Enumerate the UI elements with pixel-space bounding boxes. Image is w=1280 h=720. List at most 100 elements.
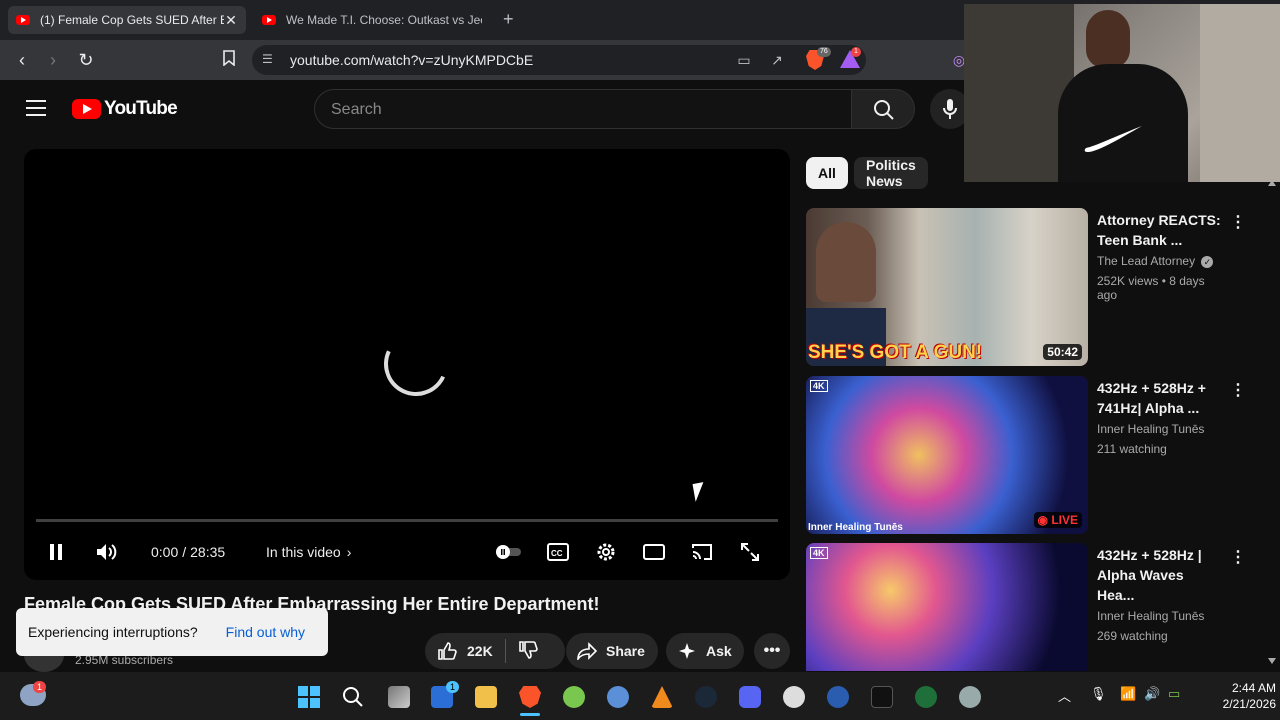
webcam-person-head <box>1086 10 1130 68</box>
thumbnail-caption: SHE'S GOT A GUN! <box>808 342 983 363</box>
page-scrollbar[interactable] <box>1266 180 1276 664</box>
terminal-icon[interactable] <box>871 686 893 708</box>
file-explorer-icon[interactable] <box>475 686 497 708</box>
microphone-tray-icon[interactable]: 🎙 <box>1090 686 1107 702</box>
total-time: 28:35 <box>190 544 226 560</box>
microphone-icon <box>943 99 957 119</box>
more-horizontal-icon: ••• <box>763 642 781 659</box>
watching-count: 211 watching <box>1097 442 1167 456</box>
progress-bar[interactable] <box>36 519 778 522</box>
windows-start-icon[interactable] <box>298 686 320 708</box>
menu-icon[interactable] <box>26 100 46 116</box>
webcam-overlay <box>964 4 1280 182</box>
back-icon[interactable]: ‹ <box>10 48 34 72</box>
show-hidden-icons-icon[interactable]: ︿ <box>1058 686 1071 705</box>
video-thumbnail[interactable]: SHE'S GOT A GUN! 50:42 <box>806 208 1088 366</box>
autoplay-toggle-icon <box>496 545 521 559</box>
search-button[interactable] <box>851 89 915 129</box>
share-page-icon[interactable]: ↗ <box>768 52 786 70</box>
tab-inactive[interactable]: We Made T.I. Choose: Outkast vs Jee <box>254 6 490 34</box>
search-input[interactable]: Search <box>314 89 852 129</box>
bookmark-icon[interactable] <box>217 48 241 72</box>
recommendation-meta: 432Hz + 528Hz | Alpha Waves Hea... Inner… <box>1097 545 1222 643</box>
channel-name[interactable]: Inner Healing Tunēs <box>1097 422 1222 436</box>
android-icon[interactable] <box>563 686 585 708</box>
webcam-background-wall <box>1200 4 1280 182</box>
tab-title: (1) Female Cop Gets SUED After E <box>40 13 224 27</box>
install-app-icon[interactable]: ▭ <box>735 52 753 70</box>
search-placeholder: Search <box>331 101 382 118</box>
more-vertical-icon[interactable]: ⋮ <box>1230 547 1246 567</box>
youtube-play-icon <box>72 99 101 119</box>
more-vertical-icon[interactable]: ⋮ <box>1230 380 1246 400</box>
forward-icon[interactable]: › <box>41 48 65 72</box>
live-label: LIVE <box>1051 513 1078 527</box>
search-icon[interactable] <box>342 686 364 708</box>
video-thumbnail[interactable]: 4K Inner Healing Tunēs ◉ LIVE <box>806 376 1088 534</box>
nike-logo-icon <box>1084 126 1142 152</box>
toast-message: Experiencing interruptions? <box>28 624 198 640</box>
reload-icon[interactable]: ↻ <box>74 48 98 72</box>
recommendation-meta: Attorney REACTS: Teen Bank ... The Lead … <box>1097 210 1222 302</box>
in-this-video-label: In this video <box>266 544 341 560</box>
autoplay-toggle[interactable] <box>494 541 524 563</box>
ask-button[interactable]: Ask <box>666 633 744 669</box>
volume-button[interactable] <box>94 541 120 563</box>
fullscreen-button[interactable] <box>738 541 762 563</box>
dislike-button[interactable] <box>518 640 538 663</box>
in-this-video-button[interactable]: In this video › <box>266 541 358 563</box>
u-app-icon[interactable] <box>915 686 937 708</box>
close-tab-icon[interactable]: ✕ <box>224 12 238 29</box>
new-tab-button[interactable]: + <box>503 9 514 30</box>
youtube-logo[interactable]: YouTube <box>72 98 178 120</box>
tab-active[interactable]: (1) Female Cop Gets SUED After E ✕ <box>8 6 246 34</box>
rewards-count-badge: 1 <box>851 47 861 57</box>
like-dislike-group: 22K <box>425 633 565 669</box>
find-out-why-link[interactable]: Find out why <box>226 624 305 640</box>
current-time: 0:00 <box>151 544 179 560</box>
thumbs-up-icon <box>438 642 457 660</box>
ask-label: Ask <box>706 643 732 659</box>
pause-icon <box>50 544 62 560</box>
wifi-icon[interactable]: 📶 <box>1120 686 1136 702</box>
captions-button[interactable]: CC <box>546 541 570 563</box>
steam-icon[interactable] <box>695 686 717 708</box>
task-view-icon[interactable] <box>388 686 410 708</box>
recommendation-title[interactable]: Attorney REACTS: Teen Bank ... <box>1097 210 1222 250</box>
more-actions-button[interactable]: ••• <box>754 633 790 669</box>
share-icon <box>577 642 598 660</box>
like-count: 22K <box>467 643 493 659</box>
video-thumbnail[interactable]: 4K <box>806 543 1088 671</box>
video-player[interactable]: 0:00 / 28:35 In this video › CC <box>24 149 790 580</box>
recommendation-item[interactable]: 4K 432Hz + 528Hz | Alpha Waves Hea... In… <box>806 543 1246 671</box>
cast-button[interactable] <box>690 541 714 563</box>
scroll-down-icon[interactable] <box>1268 658 1276 664</box>
helmet-app-icon[interactable] <box>959 686 981 708</box>
thumbnail-brand: Inner Healing Tunēs <box>808 522 903 533</box>
settings-button[interactable] <box>594 541 618 563</box>
openai-icon[interactable] <box>783 686 805 708</box>
chip-all[interactable]: All <box>806 157 848 189</box>
theater-mode-button[interactable] <box>642 541 666 563</box>
recommendation-title[interactable]: 432Hz + 528Hz | Alpha Waves Hea... <box>1097 545 1222 605</box>
discord-icon[interactable] <box>739 686 761 708</box>
shields-count-badge: 76 <box>817 47 831 57</box>
more-vertical-icon[interactable]: ⋮ <box>1230 212 1246 232</box>
speaker-icon[interactable]: 🔊 <box>1144 686 1160 702</box>
share-button[interactable]: Share <box>566 633 658 669</box>
site-settings-icon[interactable]: ☰ <box>262 52 278 68</box>
channel-name[interactable]: Inner Healing Tunēs <box>1097 609 1222 623</box>
recommendation-item[interactable]: SHE'S GOT A GUN! 50:42 Attorney REACTS: … <box>806 208 1246 368</box>
system-clock[interactable]: 2:44 AM 2/21/2026 <box>1196 680 1276 712</box>
channel-name[interactable]: The Lead Attorney ✓ <box>1097 254 1222 268</box>
like-button[interactable]: 22K <box>437 641 493 661</box>
copilot-icon[interactable] <box>827 686 849 708</box>
recommendation-title[interactable]: 432Hz + 528Hz + 741Hz| Alpha ... <box>1097 378 1222 418</box>
chevron-right-icon: › <box>346 544 352 560</box>
cloud-app-icon[interactable] <box>607 686 629 708</box>
recommendation-item[interactable]: 4K Inner Healing Tunēs ◉ LIVE 432Hz + 52… <box>806 376 1246 536</box>
battery-icon[interactable]: ▭ <box>1168 686 1180 702</box>
pause-button[interactable] <box>46 541 66 563</box>
chip-politics-news[interactable]: Politics News <box>854 157 928 189</box>
weather-badge: 1 <box>33 681 47 693</box>
